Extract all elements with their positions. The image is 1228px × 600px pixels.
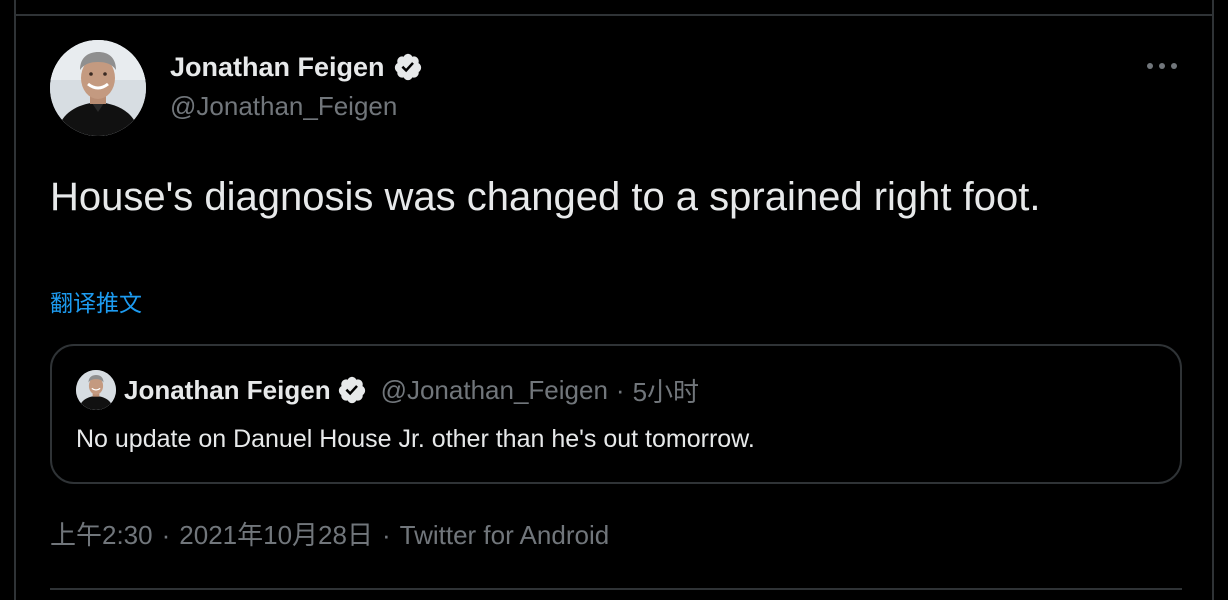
quoted-tweet-header: Jonathan Feigen @Jonathan_Feigen · 5小时 — [76, 370, 699, 410]
frame-border-right — [1212, 0, 1214, 600]
verified-badge-icon — [338, 376, 365, 404]
quoted-author-avatar — [76, 370, 116, 410]
separator-dot: · — [161, 520, 171, 550]
frame-border-left — [14, 0, 16, 600]
more-options-button[interactable] — [1144, 52, 1180, 80]
translate-tweet-link[interactable]: 翻译推文 — [50, 286, 142, 320]
quoted-tweet-card[interactable]: Jonathan Feigen @Jonathan_Feigen · 5小时 N… — [50, 344, 1182, 484]
tweet-text: House's diagnosis was changed to a sprai… — [50, 175, 1041, 219]
avatar-photo-icon — [50, 40, 146, 136]
separator-dot: · — [615, 374, 625, 405]
author-name-row: Jonathan Feigen — [170, 48, 423, 86]
avatar-photo-icon — [76, 370, 116, 410]
tweet-time[interactable]: 上午2:30 — [50, 520, 153, 550]
tweet-date[interactable]: 2021年10月28日 — [179, 520, 373, 550]
quoted-author-handle: @Jonathan_Feigen — [380, 374, 608, 405]
author-avatar[interactable] — [50, 40, 146, 136]
quoted-author-name: Jonathan Feigen — [124, 374, 331, 405]
author-name[interactable]: Jonathan Feigen — [170, 48, 385, 86]
divider — [50, 588, 1182, 590]
quoted-tweet-text: No update on Danuel House Jr. other than… — [76, 425, 755, 453]
author-handle[interactable]: @Jonathan_Feigen — [170, 88, 397, 124]
tweet-meta: 上午2:30 · 2021年10月28日 · Twitter for Android — [50, 516, 609, 554]
verified-badge-icon — [394, 53, 421, 81]
tweet-source-link[interactable]: Twitter for Android — [400, 520, 610, 550]
frame-border-top — [14, 14, 1214, 16]
separator-dot: · — [381, 520, 391, 550]
more-horizontal-icon — [1147, 63, 1177, 69]
quoted-tweet-time[interactable]: 5小时 — [633, 372, 699, 409]
